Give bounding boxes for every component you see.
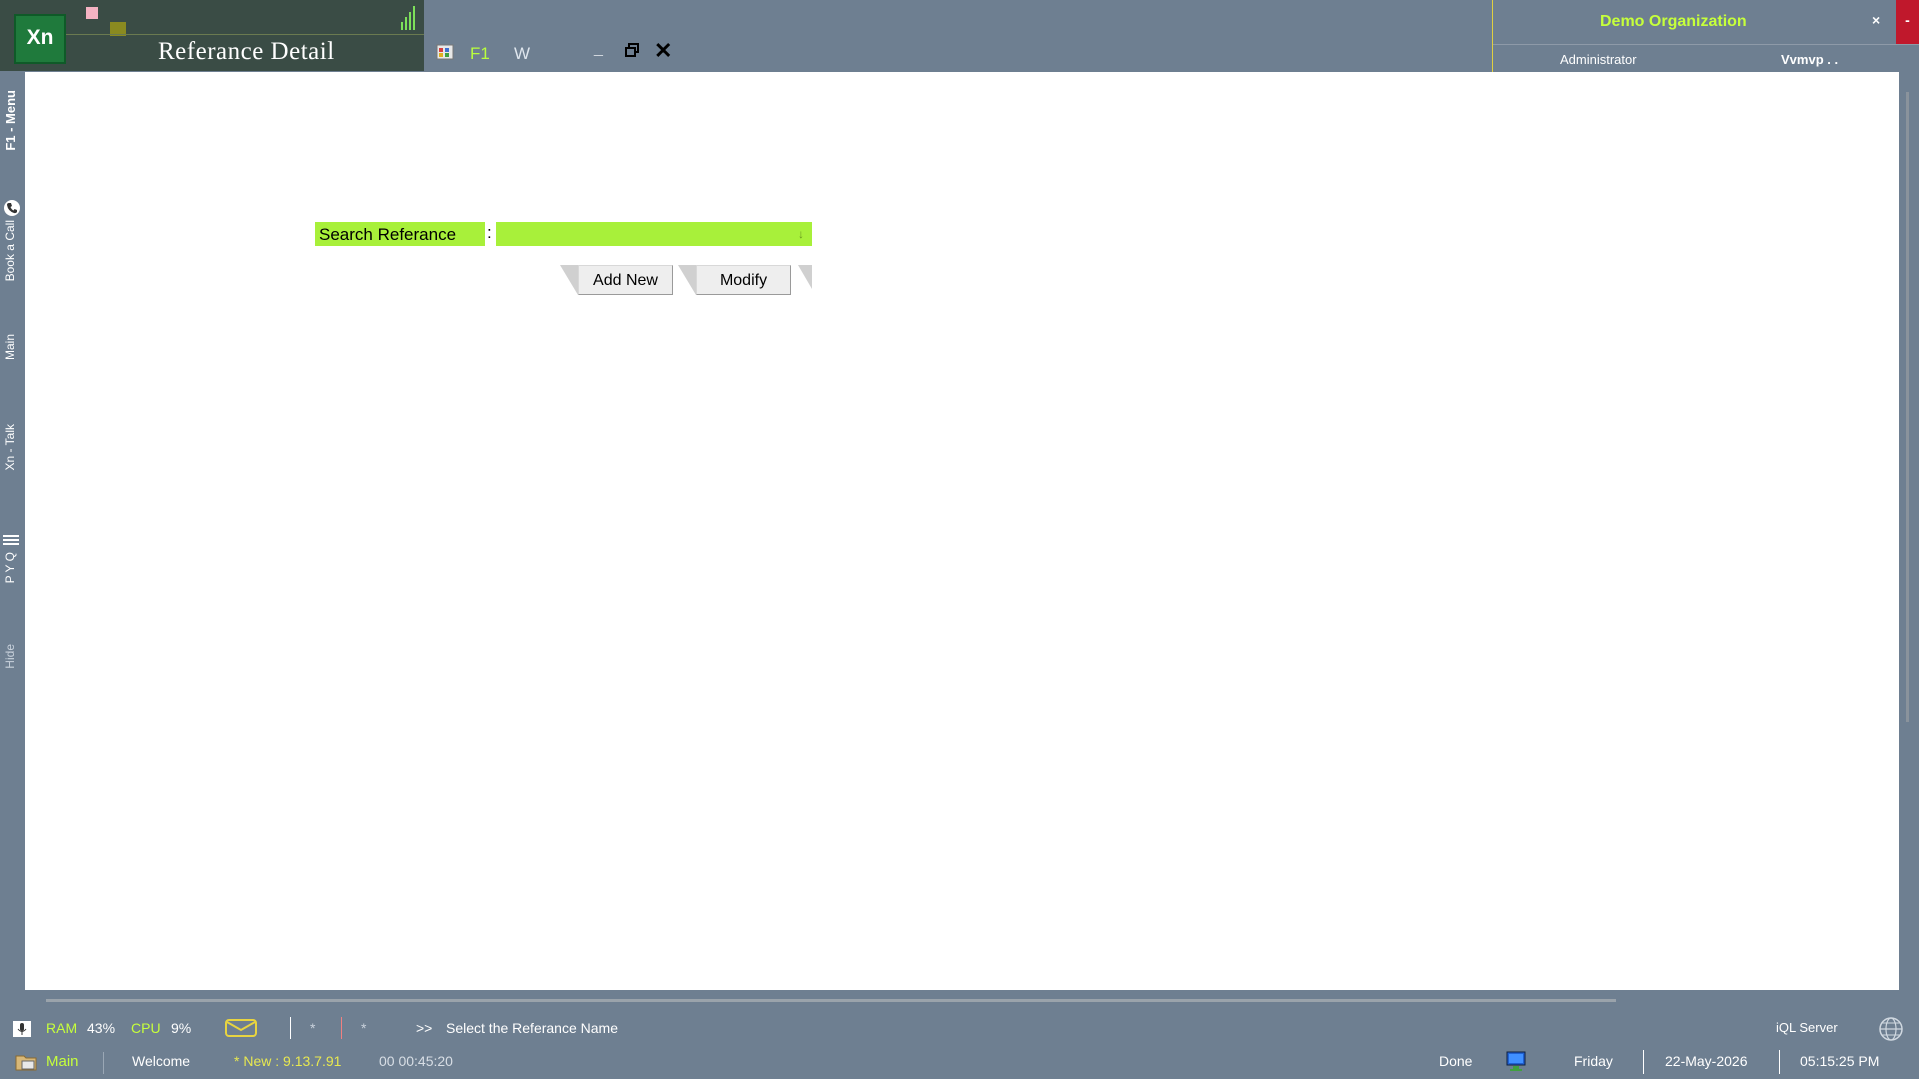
globe-icon[interactable] [1878,1016,1904,1042]
status-divider [1643,1050,1644,1074]
day-text: Friday [1574,1053,1613,1069]
date-text: 22-May-2026 [1665,1053,1748,1069]
nav-xn-talk[interactable]: Xn - Talk [3,424,17,470]
elapsed-time: 00 00:45:20 [379,1053,453,1069]
nav-hide[interactable]: Hide [3,644,17,669]
add-new-tab-corner [560,265,578,295]
org-minimize-button[interactable]: - [1896,0,1919,44]
end-tab-corner [798,265,812,289]
calendar-icon[interactable] [436,44,454,60]
done-status: Done [1439,1053,1473,1069]
mail-icon[interactable] [225,1019,257,1037]
cpu-value: 9% [171,1020,192,1036]
restore-icon[interactable] [624,42,640,58]
main-panel [25,72,1899,990]
status-star-1: * [310,1020,316,1036]
minimize-button[interactable]: _ [594,40,603,58]
nav-main[interactable]: Main [3,334,17,360]
status-message: Select the Referance Name [446,1020,618,1036]
phone-icon[interactable] [3,199,21,217]
status-divider [1779,1050,1780,1074]
status-bar-top [0,1012,1919,1045]
welcome-text: Welcome [132,1053,191,1069]
status-divider [290,1017,291,1039]
microphone-icon[interactable] [12,1020,32,1038]
add-new-button[interactable]: Add New [578,265,673,295]
nav-f1-menu[interactable]: F1 - Menu [3,90,18,151]
user-name[interactable]: Vvmvp . . [1781,52,1838,67]
org-divider [1493,44,1919,45]
search-referance-label: Search Referance [315,222,485,246]
time-text: 05:15:25 PM [1800,1053,1880,1069]
app-logo[interactable]: Xn [14,14,66,64]
search-colon: : [487,223,492,242]
ram-value: 43% [87,1020,116,1036]
modify-tab-corner [678,265,696,295]
monitor-icon[interactable] [1504,1050,1528,1072]
signal-icon [401,6,417,30]
status-divider [341,1017,342,1039]
org-close-button[interactable]: × [1872,12,1880,28]
close-window-button[interactable]: ✕ [654,38,672,64]
status-divider [103,1052,104,1074]
title-divider [66,34,424,35]
version-text: * New : 9.13.7.91 [234,1053,342,1069]
chevron-down-icon[interactable]: ↓ [798,227,804,241]
left-nav: F1 - Menu Book a Call Main Xn - Talk P Y… [0,72,24,1012]
folder-icon[interactable] [14,1052,40,1072]
horizontal-scrollbar[interactable] [46,999,1616,1002]
org-panel [1492,0,1919,72]
list-icon[interactable] [2,534,20,548]
nav-book-call[interactable]: Book a Call [3,220,17,281]
status-prompt: >> [416,1020,433,1036]
user-role: Administrator [1560,52,1637,67]
f1-button[interactable]: F1 [470,44,490,64]
status-star-2: * [361,1020,367,1036]
cpu-label: CPU [131,1020,161,1036]
main-tab[interactable]: Main [46,1053,79,1070]
vertical-scrollbar[interactable] [1906,92,1909,722]
modify-button[interactable]: Modify [696,265,791,295]
pink-square-icon [86,7,98,19]
server-label: iQL Server [1776,1020,1838,1035]
ram-label: RAM [46,1020,78,1036]
nav-pyq[interactable]: P Y Q [3,552,17,583]
organization-name: Demo Organization [1600,13,1747,30]
w-button[interactable]: W [514,44,530,64]
search-referance-input[interactable] [496,222,812,246]
page-title: Referance Detail [158,38,335,65]
